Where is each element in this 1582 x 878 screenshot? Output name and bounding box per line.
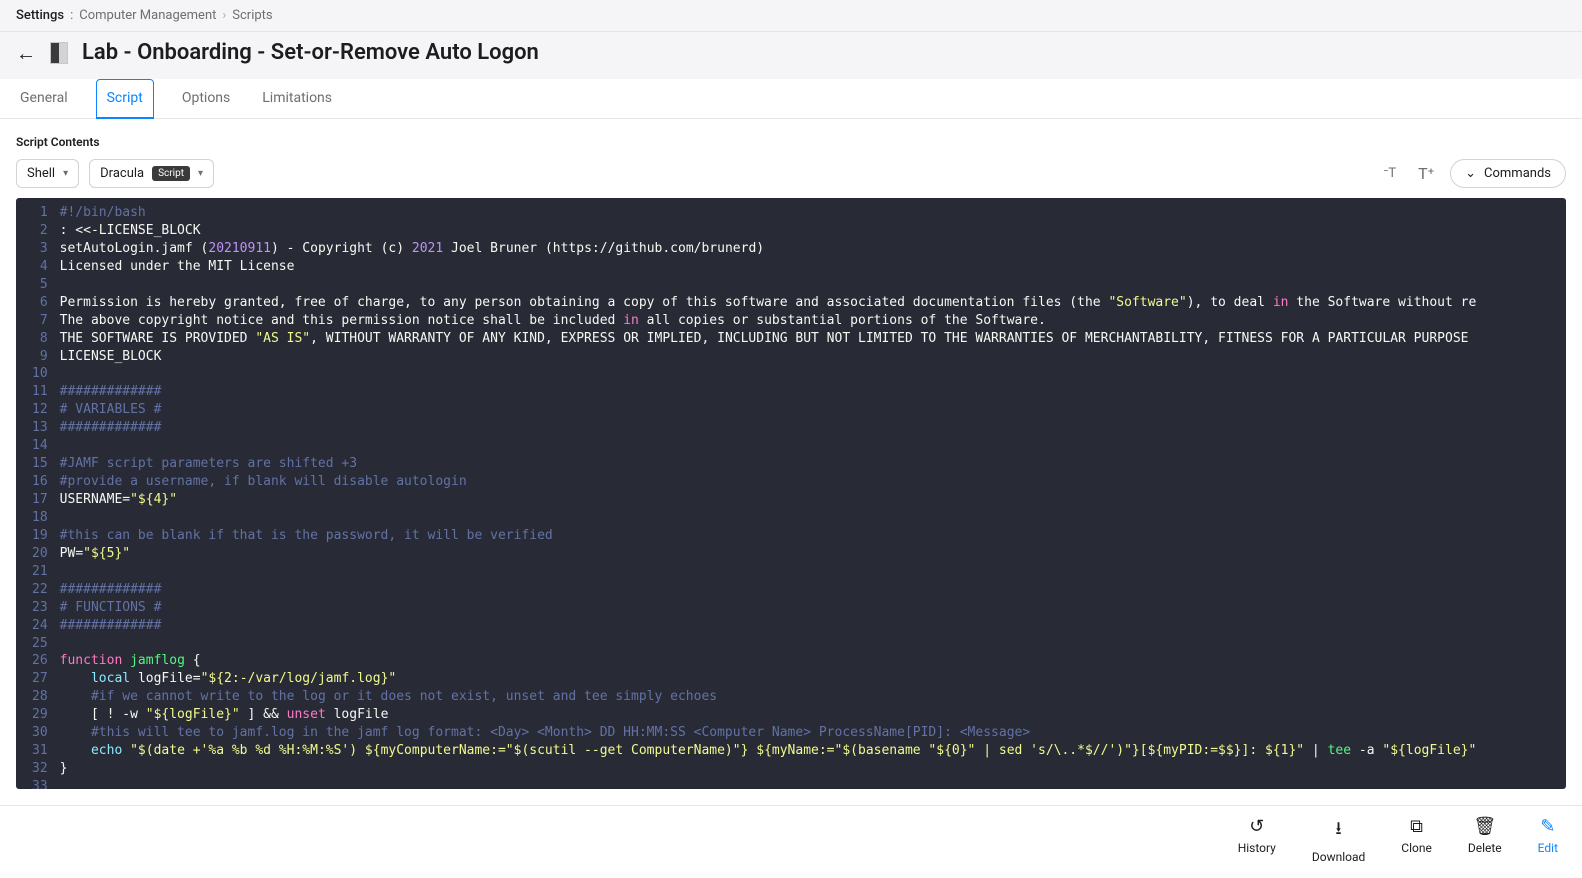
theme-select-prefix: Dracula <box>100 166 144 181</box>
commands-label: Commands <box>1484 166 1551 181</box>
history-icon: ↺ <box>1249 816 1264 837</box>
edit-icon: ✎ <box>1540 816 1555 837</box>
tab-general[interactable]: General <box>16 80 72 118</box>
tab-options[interactable]: Options <box>178 80 234 118</box>
code-body[interactable]: #!/bin/bash: <<-LICENSE_BLOCKsetAutoLogi… <box>56 198 1485 789</box>
tab-limitations[interactable]: Limitations <box>258 80 336 118</box>
mode-select[interactable]: Shell ▾ <box>16 159 79 188</box>
mode-select-value: Shell <box>27 166 55 181</box>
breadcrumb-mid[interactable]: Computer Management <box>79 8 216 23</box>
line-gutter: 1 2 3 4 5 6 7 8 9 10 11 12 13 14 15 16 1… <box>16 198 56 789</box>
font-decrease-icon[interactable]: ⁻T <box>1378 162 1403 185</box>
page-title: Lab - Onboarding - Set-or-Remove Auto Lo… <box>82 40 539 65</box>
theme-select-badge: Script <box>152 166 190 181</box>
commands-button[interactable]: ⌄ Commands <box>1450 159 1566 188</box>
breadcrumb-leaf[interactable]: Scripts <box>232 8 272 23</box>
code-editor[interactable]: 1 2 3 4 5 6 7 8 9 10 11 12 13 14 15 16 1… <box>16 198 1566 789</box>
chevron-down-icon: ⌄ <box>1465 166 1476 181</box>
trash-icon: 🗑 <box>1473 816 1496 837</box>
clone-icon: ⧉ <box>1410 816 1423 837</box>
content: Script Contents Shell ▾ Dracula Script ▾… <box>0 119 1582 805</box>
download-button[interactable]: ⭳ Download <box>1312 816 1365 864</box>
clone-button[interactable]: ⧉ Clone <box>1401 816 1432 864</box>
history-button[interactable]: ↺ History <box>1238 816 1276 864</box>
back-button[interactable]: ← <box>16 43 36 63</box>
breadcrumb: Settings : Computer Management › Scripts <box>0 0 1582 32</box>
delete-button[interactable]: 🗑 Delete <box>1468 816 1502 864</box>
font-increase-icon[interactable]: T⁺ <box>1412 160 1440 187</box>
download-icon: ⭳ <box>1335 816 1341 846</box>
breadcrumb-root[interactable]: Settings <box>16 8 64 23</box>
edit-button[interactable]: ✎ Edit <box>1538 816 1558 864</box>
section-label: Script Contents <box>16 135 1566 149</box>
footer-actions: ↺ History ⭳ Download ⧉ Clone 🗑 Delete ✎ … <box>0 805 1582 878</box>
theme-select[interactable]: Dracula Script ▾ <box>89 159 214 188</box>
tab-script[interactable]: Script <box>96 79 154 119</box>
chevron-down-icon: ▾ <box>63 168 68 179</box>
chevron-right-icon: › <box>222 8 226 23</box>
editor-toolbar: Shell ▾ Dracula Script ▾ ⁻T T⁺ ⌄ Command… <box>16 159 1566 188</box>
chevron-down-icon: ▾ <box>198 168 203 179</box>
script-thumbnail-icon <box>50 42 68 64</box>
title-bar: ← Lab - Onboarding - Set-or-Remove Auto … <box>0 32 1582 79</box>
tabs: General Script Options Limitations <box>0 79 1582 119</box>
